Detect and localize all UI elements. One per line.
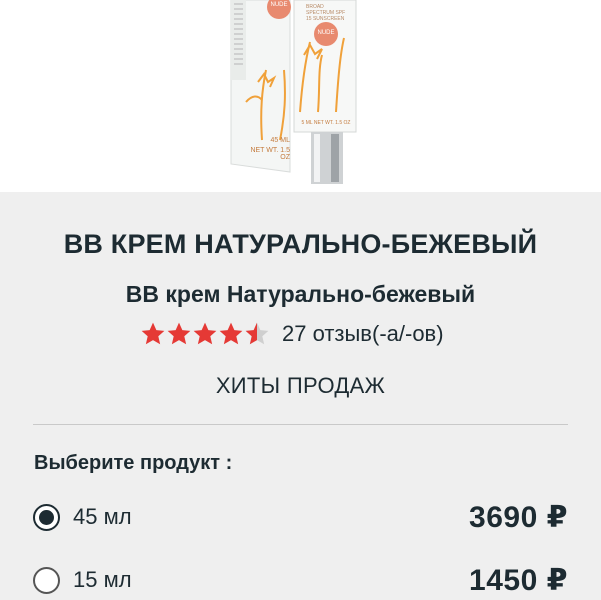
option-size: 45 мл [73, 504, 132, 529]
radio-selected[interactable] [33, 503, 60, 531]
star-half-icon [245, 322, 269, 345]
box-net-weight: NET WT. 1.5 OZ [250, 147, 290, 161]
product-option-15ml[interactable]: 15 мл 1450 ₽ [33, 560, 568, 600]
star-full-icon [193, 322, 217, 345]
option-price: 1450 ₽ [469, 563, 568, 597]
rating-stars [140, 321, 270, 347]
tube-small-text: BROAD SPECTRUM SPF 15 SUNSCREEN [306, 4, 346, 22]
option-price: 3690 ₽ [469, 500, 568, 534]
star-full-icon [167, 322, 191, 345]
reviews-link[interactable]: 27 отзыв(-а/-ов) [282, 321, 444, 347]
product-subtitle: ВВ крем Натурально-бежевый [125, 281, 476, 307]
divider [33, 424, 568, 425]
bestseller-label: ХИТЫ ПРОДАЖ [215, 373, 386, 398]
option-size: 15 мл [73, 567, 132, 592]
tube-badge: NUDE [317, 30, 335, 36]
product-image: NUDE NUDE BROAD SPECTRUM SPF 15 SUNSCREE… [0, 0, 601, 192]
box-badge: NUDE [270, 2, 288, 8]
product-option-45ml[interactable]: 45 мл 3690 ₽ [33, 497, 568, 537]
rating: 27 отзыв(-а/-ов) [140, 317, 444, 351]
star-full-icon [219, 322, 243, 345]
star-full-icon [141, 322, 165, 345]
radio-unselected[interactable] [33, 566, 60, 594]
select-product-label: Выберите продукт : [34, 452, 233, 474]
tube-volume: 5 ML NET WT. 1.5 OZ [301, 120, 351, 126]
box-volume: 45 ML [270, 137, 290, 144]
product-title: ВВ КРЕМ НАТУРАЛЬНО-БЕЖЕВЫЙ [63, 229, 538, 259]
